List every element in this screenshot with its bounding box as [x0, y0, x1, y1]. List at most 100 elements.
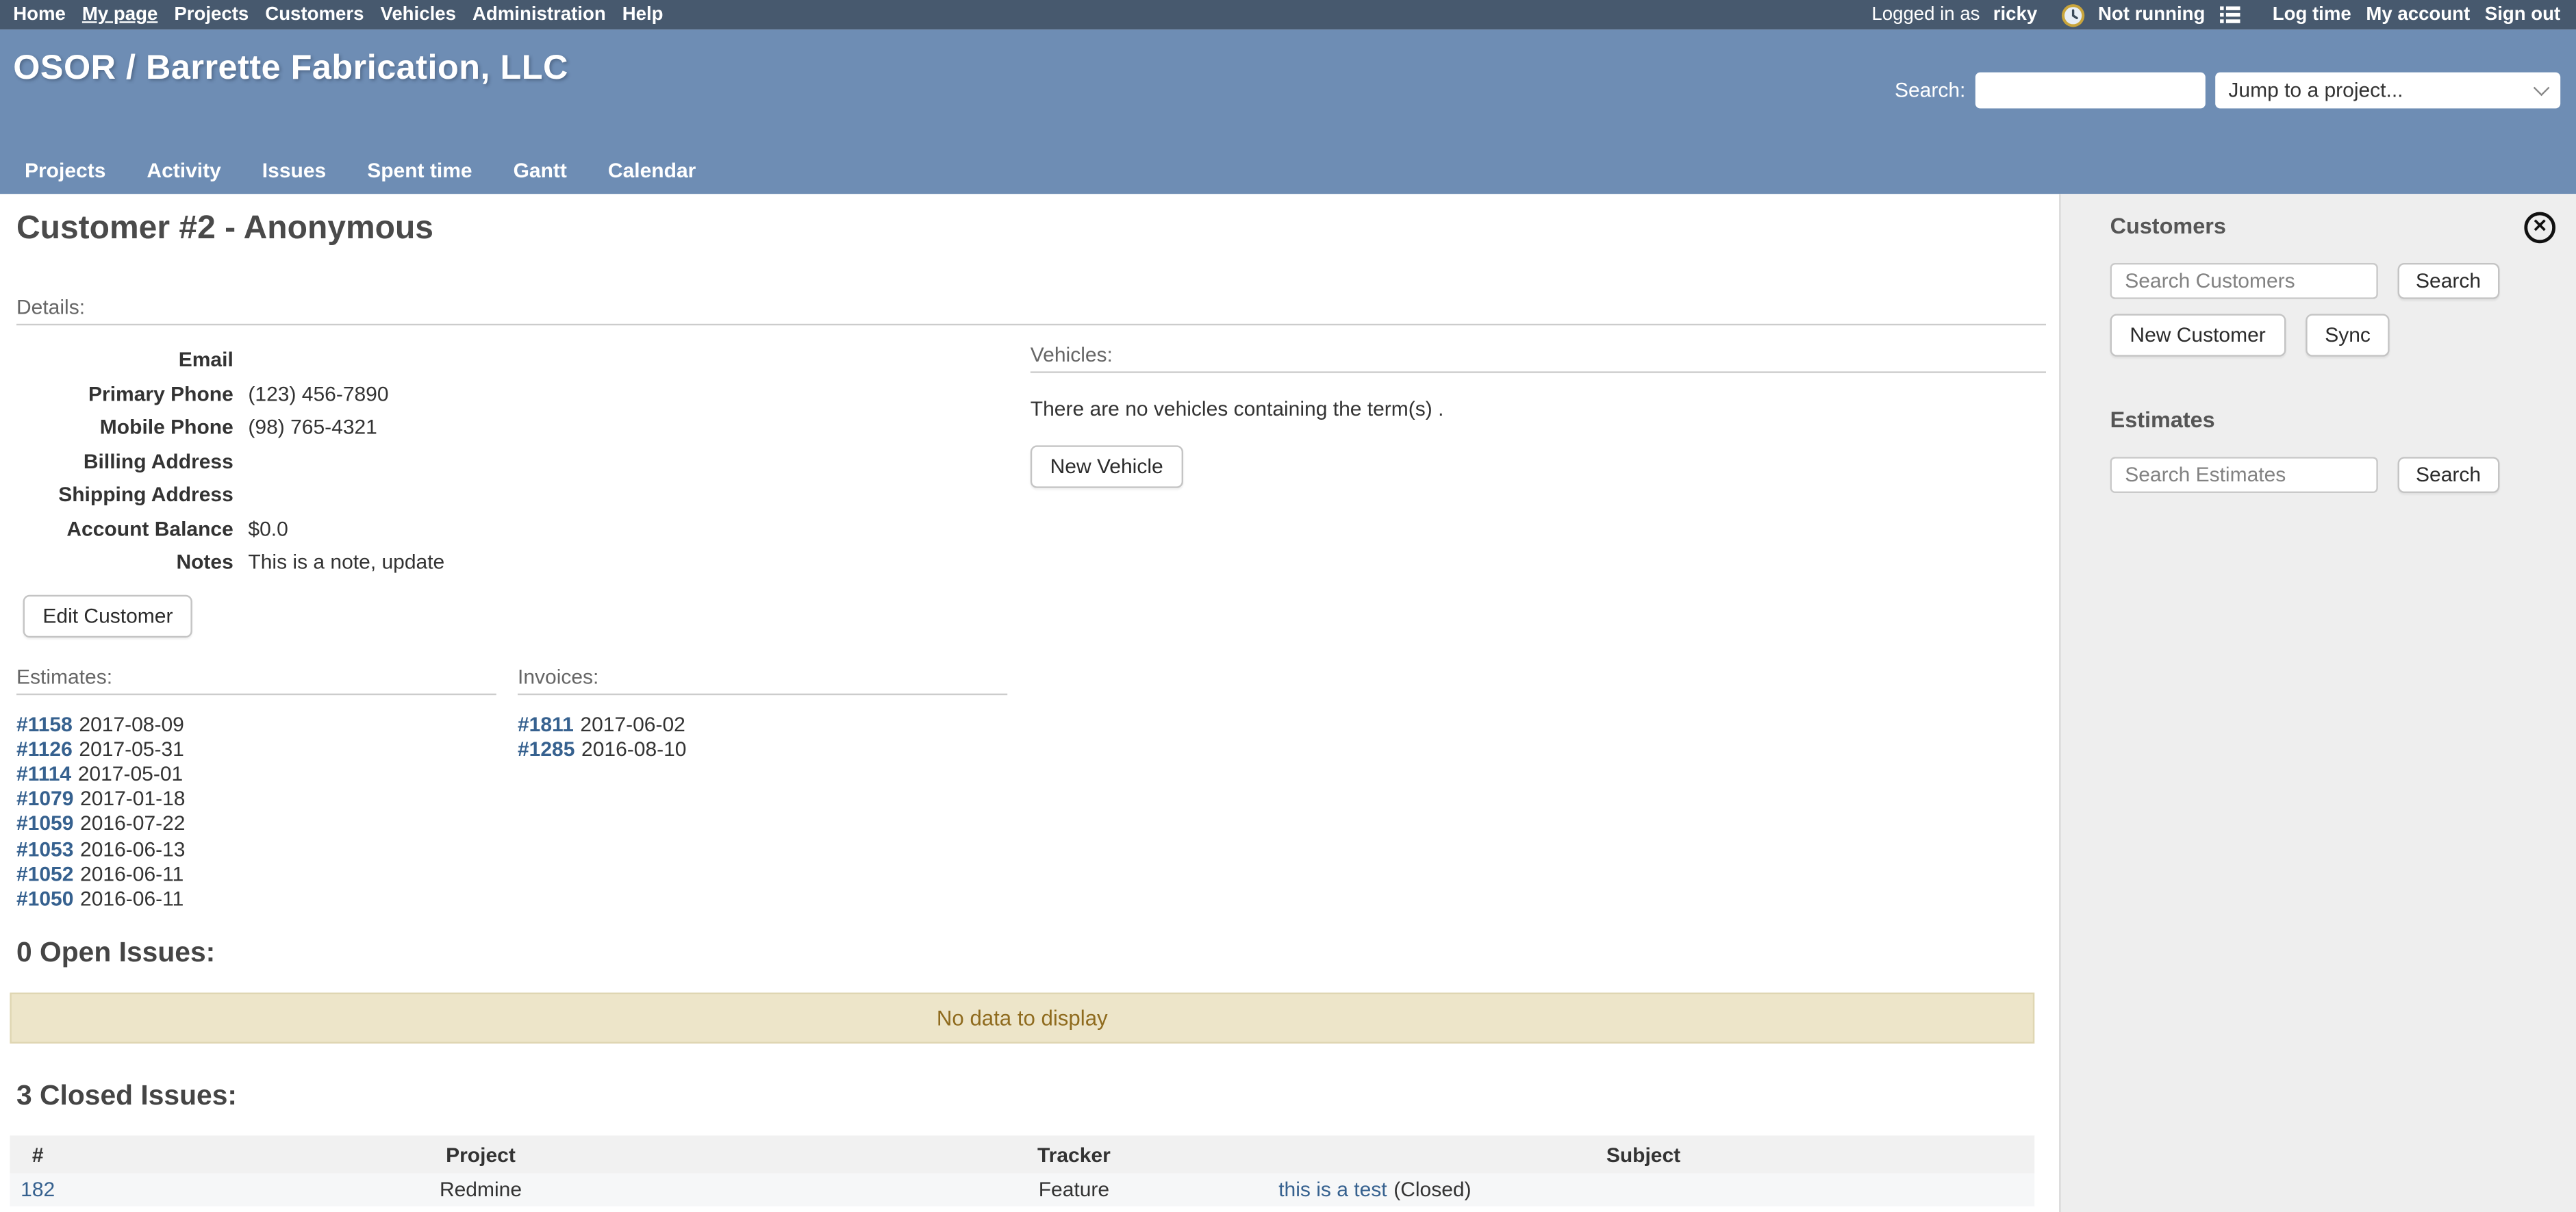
top-menu-my-page[interactable]: My page	[82, 5, 157, 25]
details-section-label: Details:	[16, 296, 2046, 319]
invoices-list-section: Invoices: #18112017-06-02 #12852016-08-1…	[518, 665, 1007, 913]
invoices-list: #1811 2017-06-02 #1285 2016-08-10	[518, 712, 1007, 762]
detail-value: This is a note, update	[248, 546, 444, 579]
top-menu-customers[interactable]: Customers	[265, 5, 364, 25]
top-menu-help[interactable]: Help	[622, 5, 664, 25]
table-row: 91 Barrette Fabrication, LLC Fabrication…	[10, 1207, 2034, 1212]
close-icon[interactable]: ✕	[2524, 212, 2555, 244]
list-item: #1050 2016-06-11	[16, 887, 496, 912]
detail-value: (123) 456-7890	[248, 377, 388, 411]
tab-calendar[interactable]: Calendar	[608, 160, 696, 183]
timer-clock-icon	[2060, 3, 2085, 27]
sign-out-link[interactable]: Sign out	[2485, 5, 2560, 25]
timer-status: Not running	[2098, 5, 2205, 25]
top-menu: Home My page Projects Customers Vehicles…	[13, 5, 663, 25]
issue-subject-link[interactable]: this is a test	[1278, 1178, 1387, 1202]
new-vehicle-button[interactable]: New Vehicle	[1031, 445, 1183, 488]
issue-project: Redmine	[440, 1178, 522, 1202]
search-customers-input[interactable]	[2110, 263, 2378, 299]
issue-subject-cell: Rocker Panels(Closed)	[1252, 1207, 2034, 1212]
log-time-link[interactable]: Log time	[2273, 5, 2351, 25]
vehicles-empty-message: There are no vehicles containing the ter…	[1031, 398, 2046, 421]
search-estimates-button[interactable]: Search	[2398, 457, 2499, 493]
detail-label: Email	[16, 344, 233, 377]
jump-to-project-value: Jump to a project...	[2228, 79, 2403, 102]
search-customers-button[interactable]: Search	[2398, 263, 2499, 299]
account-menu: Logged in as ricky Not running	[1871, 3, 2560, 27]
issue-id-link[interactable]: 182	[21, 1178, 55, 1202]
estimate-link[interactable]: #1158	[16, 712, 73, 735]
sidebar-estimates-heading: Estimates	[2110, 407, 2558, 432]
invoice-link[interactable]: #1811	[518, 712, 574, 735]
new-customer-button[interactable]: New Customer	[2110, 314, 2286, 356]
estimate-date: 2017-08-09	[79, 712, 184, 735]
estimate-link[interactable]: #1114	[16, 762, 71, 785]
tab-projects[interactable]: Projects	[25, 160, 105, 183]
project-tabs: Projects Activity Issues Spent time Gant…	[25, 160, 696, 183]
list-item: #11262017-05-31	[16, 737, 496, 762]
content: Customer #2 - Anonymous Details: Email P…	[0, 194, 2059, 1212]
search-estimates-input[interactable]	[2110, 457, 2378, 493]
tab-activity[interactable]: Activity	[147, 160, 220, 183]
detail-row-notes: Notes This is a note, update	[16, 546, 1014, 579]
vehicles-section-label: Vehicles:	[1031, 344, 2046, 367]
estimate-date: 2017-01-18	[80, 787, 185, 811]
invoice-link[interactable]: #1285	[518, 737, 574, 761]
detail-row-mobile-phone: Mobile Phone (98) 765-4321	[16, 411, 1014, 444]
detail-row-account-balance: Account Balance $0.0	[16, 512, 1014, 546]
detail-label: Notes	[16, 546, 233, 579]
detail-value: $0.0	[248, 512, 288, 546]
top-menu-vehicles[interactable]: Vehicles	[380, 5, 456, 25]
tab-gantt[interactable]: Gantt	[514, 160, 567, 183]
vehicles-divider	[1031, 371, 2046, 373]
tab-spent-time[interactable]: Spent time	[367, 160, 472, 183]
top-menu-home[interactable]: Home	[13, 5, 66, 25]
column-header-subject: Subject	[1252, 1136, 2034, 1174]
issue-id-cell: 182	[10, 1174, 66, 1207]
estimates-list: #1158 2017-08-09 #11262017-05-31 #1114 201…	[16, 712, 496, 912]
list-item: #1053 2016-06-13	[16, 837, 496, 862]
estimate-date: 2017-05-31	[79, 737, 184, 761]
top-menu-projects[interactable]: Projects	[174, 5, 249, 25]
open-issues-heading: 0 Open Issues:	[16, 937, 2046, 970]
closed-issues-heading: 3 Closed Issues:	[16, 1080, 2046, 1113]
estimate-link[interactable]: #1052	[16, 862, 73, 885]
invoice-date: 2016-08-10	[581, 737, 686, 761]
details-divider	[16, 324, 2046, 325]
chevron-down-icon	[2534, 80, 2550, 97]
list-item: #1811 2017-06-02	[518, 712, 1007, 737]
estimate-link[interactable]: #1079	[16, 787, 73, 811]
top-menu-bar: Home My page Projects Customers Vehicles…	[0, 0, 2576, 29]
timer-list-icon[interactable]	[2219, 3, 2243, 27]
estimate-date: 2016-06-11	[80, 862, 184, 885]
search-input[interactable]	[1975, 73, 2206, 109]
closed-issues-table: # Project Tracker Subject 182 Redmine Fe…	[10, 1136, 2034, 1212]
estimate-link[interactable]: #1059	[16, 812, 73, 835]
jump-to-project-select[interactable]: Jump to a project...	[2215, 73, 2560, 109]
sidebar: ✕ Customers Search New Customer Sync Est…	[2059, 194, 2576, 1212]
estimate-link[interactable]: #1126	[16, 737, 73, 761]
detail-label: Shipping Address	[16, 478, 233, 512]
detail-value: (98) 765-4321	[248, 411, 377, 444]
issue-status: (Closed)	[1393, 1178, 1471, 1202]
estimate-link[interactable]: #1050	[16, 887, 73, 911]
list-item: #1158 2017-08-09	[16, 712, 496, 737]
detail-label: Account Balance	[16, 512, 233, 546]
detail-row-shipping-address: Shipping Address	[16, 478, 1014, 512]
estimate-date: 2016-06-13	[80, 837, 185, 861]
detail-label: Mobile Phone	[16, 411, 233, 444]
list-item: #1285 2016-08-10	[518, 737, 1007, 762]
sync-button[interactable]: Sync	[2305, 314, 2390, 356]
invoice-date: 2017-06-02	[580, 712, 685, 735]
tab-issues[interactable]: Issues	[262, 160, 326, 183]
invoices-divider	[518, 693, 1007, 694]
app-window: Home My page Projects Customers Vehicles…	[0, 0, 2576, 1212]
estimate-date: 2016-06-11	[80, 887, 184, 911]
search-label: Search:	[1895, 79, 1965, 102]
my-account-link[interactable]: My account	[2366, 5, 2470, 25]
detail-row-billing-address: Billing Address	[16, 444, 1014, 478]
top-menu-administration[interactable]: Administration	[472, 5, 606, 25]
estimate-link[interactable]: #1053	[16, 837, 73, 861]
edit-customer-button[interactable]: Edit Customer	[23, 594, 193, 637]
column-header-id: #	[10, 1136, 66, 1174]
